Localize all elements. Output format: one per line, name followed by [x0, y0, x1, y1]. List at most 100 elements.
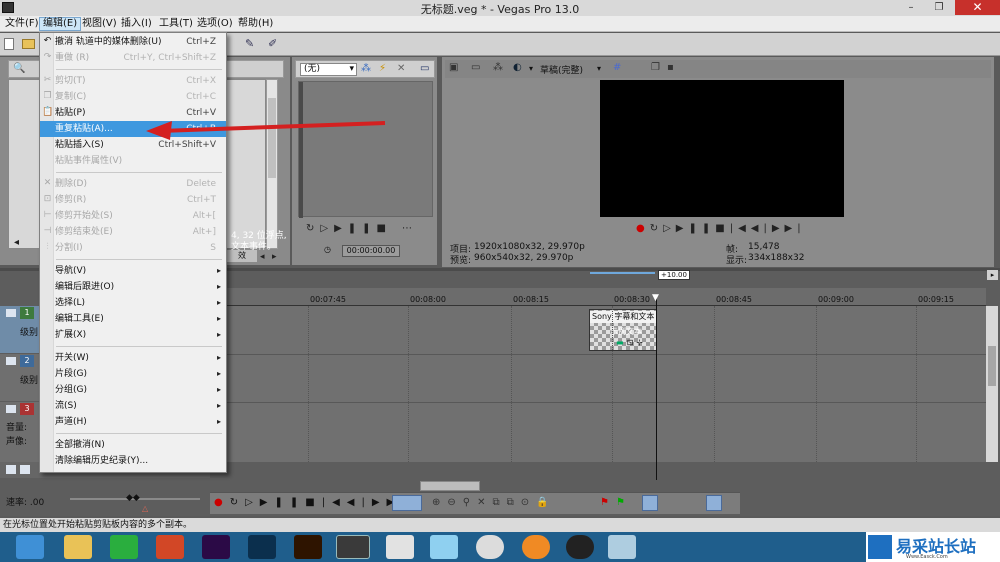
event-buttons[interactable]: ▬⊡⊹	[616, 338, 646, 347]
copy-snapshot-icon[interactable]: ❐	[651, 61, 660, 75]
text-event-clip[interactable]: Sony 字幕和文本 示例文本 ▬⊡⊹	[589, 309, 657, 351]
explorer-search-icon[interactable]: 🔍	[13, 63, 25, 74]
envelope-tool-icon[interactable]: ✐	[268, 37, 282, 51]
menu-tools[interactable]: 工具(T)	[156, 17, 196, 31]
paste-icon: 📋	[42, 107, 54, 117]
timeline-vscrollbar[interactable]	[986, 306, 998, 462]
monitor-icon[interactable]: ▭	[420, 62, 429, 76]
trimmer-view[interactable]	[298, 81, 433, 218]
edit-menu-item[interactable]: 扩展(X) ▸	[40, 327, 226, 343]
edit-menu-item[interactable]: 开关(W) ▸	[40, 350, 226, 366]
remove-icon[interactable]: ✕	[397, 62, 405, 76]
menu-file[interactable]: 文件(F)	[2, 17, 42, 31]
edit-menu-item[interactable]: 全部撤消(N)	[40, 437, 226, 453]
edit-menu-item[interactable]: ✂ 剪切(T) Ctrl+X	[40, 73, 226, 89]
overlays-icon[interactable]: #	[613, 61, 621, 75]
edit-menu-item[interactable]: ↷ 重做 (R) Ctrl+Y, Ctrl+Shift+Z	[40, 50, 226, 66]
edit-menu-item[interactable]: ❐ 复制(C) Ctrl+C	[40, 89, 226, 105]
edit-menu-item[interactable]: 粘贴事件属性(V)	[40, 153, 226, 169]
edit-menu-item[interactable]: 编辑后跟进(O) ▸	[40, 279, 226, 295]
edit-menu-item[interactable]: ⊣ 修剪结束处(E) Alt+]	[40, 224, 226, 240]
edit-menu-item[interactable]: 分组(G) ▸	[40, 382, 226, 398]
explorer-scrollbar[interactable]	[266, 79, 278, 249]
lock-envelopes-button[interactable]	[706, 495, 722, 511]
edit-menu-item[interactable]: ⊡ 修剪(R) Ctrl+T	[40, 192, 226, 208]
maximize-button[interactable]: ❐	[926, 0, 952, 15]
taskbar-premiere-icon[interactable]	[202, 535, 230, 559]
menu-insert[interactable]: 插入(I)	[118, 17, 155, 31]
timeline-edit-tools[interactable]: ⊕⊖⚲✕⧉⧉⊙🔒	[432, 497, 556, 508]
minimize-button[interactable]: –	[898, 0, 924, 15]
edit-menu-item[interactable]: ⊢ 修剪开始处(S) Alt+[	[40, 208, 226, 224]
trim-end-icon: ⊣	[43, 226, 52, 236]
taskbar-explorer-icon[interactable]	[64, 535, 92, 559]
taskbar-illustrator-icon[interactable]	[294, 535, 322, 559]
trimmer-transport[interactable]: ↻▷▶❚❚■	[306, 223, 392, 234]
edit-menu-item[interactable]: 清除编辑历史纪录(Y)...	[40, 453, 226, 469]
menu-help[interactable]: 帮助(H)	[235, 17, 276, 31]
edit-menu-item-label: 粘贴(P)	[55, 108, 86, 118]
edit-menu-item[interactable]: ↶ 撤消 轨道中的媒体删除(U) Ctrl+Z	[40, 34, 226, 50]
scroll-right-small-icon[interactable]: ▸	[272, 252, 277, 262]
save-snapshot-icon[interactable]: ▪	[667, 61, 674, 75]
edit-menu-item[interactable]: 编辑工具(E) ▸	[40, 311, 226, 327]
marker-tools[interactable]: ⚑⚑	[600, 497, 632, 508]
preview-quality-select[interactable]: 草稿(完整)	[540, 63, 583, 76]
taskbar-qq-icon[interactable]	[566, 535, 594, 559]
loop-region[interactable]	[590, 272, 655, 274]
track-list-options-icon[interactable]	[20, 465, 30, 474]
playhead-marker-icon[interactable]: ▼	[652, 293, 659, 303]
menu-view[interactable]: 视图(V)	[79, 17, 120, 31]
taskbar-chrome-icon[interactable]	[476, 535, 504, 559]
preview-properties-icon[interactable]: ▣	[449, 61, 458, 75]
preview-fx-icon[interactable]: ⁂	[493, 61, 503, 75]
edit-menu-item-label: 导航(V)	[55, 266, 87, 276]
preview-transport[interactable]: ●↻▷▶❚❚■|◀◀|▶▶|	[636, 223, 806, 234]
trimmer-media-select[interactable]: (无) ▾	[300, 63, 357, 76]
taskbar-vegas-icon[interactable]	[336, 535, 370, 559]
timeline-transport-buttons[interactable]: ●↻▷▶❚❚■|◀◀|▶▶|	[214, 497, 412, 508]
scroll-left-icon[interactable]: ◂	[14, 237, 19, 248]
trimmer-options-icon[interactable]: ⋯	[402, 223, 412, 234]
track-list-minimize-icon[interactable]	[6, 465, 16, 474]
timeline-maximize-icon[interactable]: ▸	[987, 270, 998, 280]
timeline-transport-bar: ●↻▷▶❚❚■|◀◀|▶▶| ⊕⊖⚲✕⧉⧉⊙🔒 ⚑⚑	[210, 492, 740, 514]
display-label: 显示:	[726, 256, 748, 266]
close-button[interactable]: ✕	[955, 0, 1000, 15]
edit-menu-item[interactable]: 片段(G) ▸	[40, 366, 226, 382]
edit-menu-item[interactable]: ⫶ 分割(I) S	[40, 240, 226, 256]
timeline-hscrollbar[interactable]	[420, 481, 480, 491]
marker-label[interactable]: +10.00	[658, 270, 690, 280]
open-folder-icon[interactable]	[22, 39, 35, 49]
edit-menu-item[interactable]: 导航(V) ▸	[40, 263, 226, 279]
menu-options[interactable]: 选项(O)	[194, 17, 236, 31]
edit-menu-item[interactable]: ✕ 删除(D) Delete	[40, 176, 226, 192]
taskbar-wechat-icon[interactable]	[110, 535, 138, 559]
explorer-tab[interactable]: 效	[227, 250, 257, 262]
scroll-left-small-icon[interactable]: ◂	[260, 252, 265, 262]
edit-menu-item[interactable]: 流(S) ▸	[40, 398, 226, 414]
playhead-cursor[interactable]	[656, 296, 657, 480]
track-3-minimize-icon	[6, 405, 16, 413]
external-monitor-icon[interactable]: ▭	[471, 61, 480, 75]
taskbar-powerpoint-icon[interactable]	[156, 535, 184, 559]
taskbar-photoshop-icon[interactable]	[248, 535, 276, 559]
menu-edit[interactable]: 编辑(E)	[39, 17, 82, 31]
taskbar-player-icon[interactable]	[522, 535, 550, 559]
edit-menu-item[interactable]: 声道(H) ▸	[40, 414, 226, 430]
edit-menu-item[interactable]: 选择(L) ▸	[40, 295, 226, 311]
taskbar-chat-icon[interactable]	[430, 535, 458, 559]
edit-menu-dropdown: ↶ 撤消 轨道中的媒体删除(U) Ctrl+Z ↷ 重做 (R) Ctrl+Y, Ctrl…	[39, 32, 227, 473]
taskbar-browser-icon[interactable]	[16, 535, 44, 559]
edit-tool-button[interactable]	[392, 495, 422, 511]
split-screen-icon[interactable]: ◐	[513, 61, 522, 75]
rate-slider-thumb[interactable]: ◆◆	[126, 493, 140, 503]
taskbar-app-icon[interactable]	[386, 535, 414, 559]
media-fx-icon[interactable]: ⁂	[361, 62, 371, 76]
taskbar-notes-icon[interactable]	[608, 535, 636, 559]
submenu-arrow-icon: ▸	[216, 330, 221, 339]
auto-preview-icon[interactable]: ⚡	[379, 62, 386, 76]
snapping-icon[interactable]: ✎	[245, 37, 259, 51]
new-file-icon[interactable]	[4, 38, 14, 50]
auto-ripple-button[interactable]	[642, 495, 658, 511]
